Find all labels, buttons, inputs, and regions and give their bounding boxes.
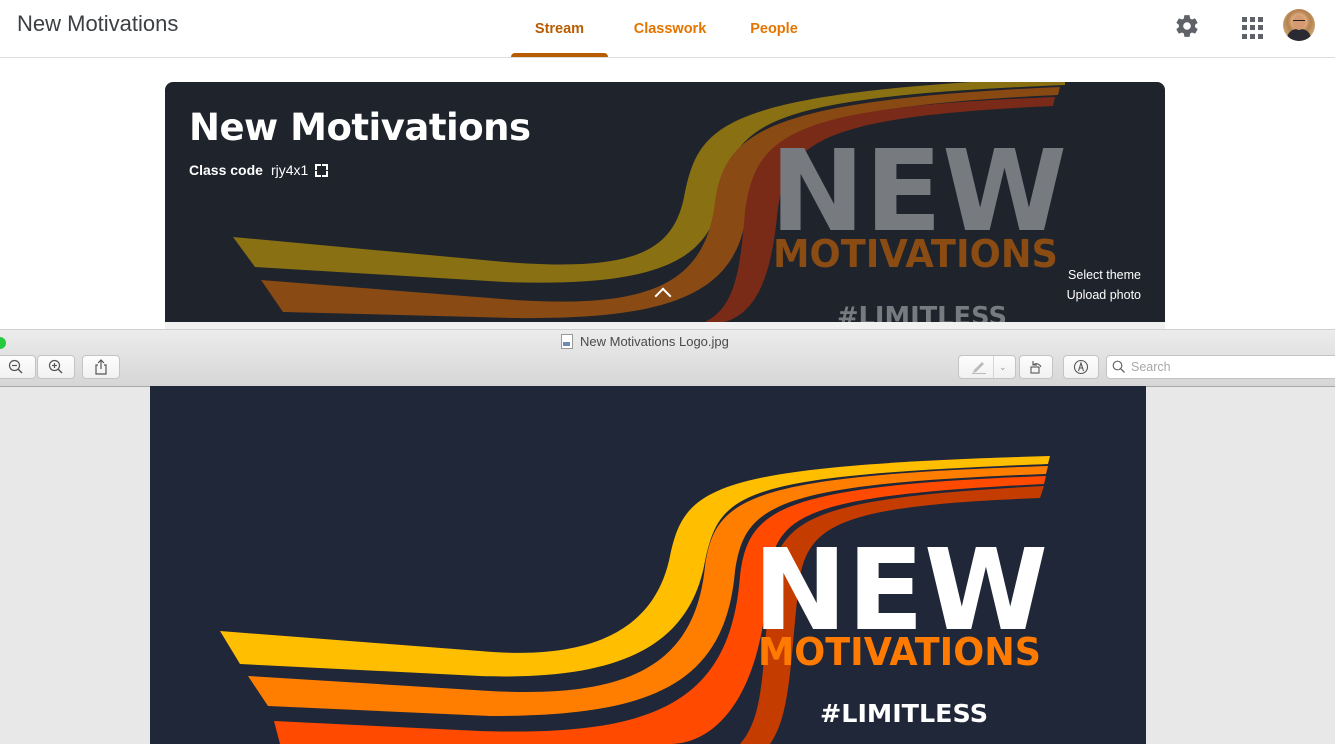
tab-bar: Stream Classwork People <box>511 0 819 57</box>
upload-photo-link[interactable]: Upload photo <box>1067 288 1141 302</box>
window-title-text: New Motivations Logo.jpg <box>580 334 729 349</box>
tab-people[interactable]: People <box>729 0 819 57</box>
preview-titlebar: New Motivations Logo.jpg ⌄ <box>0 329 1335 387</box>
preview-image: NEW MOTIVATIONS #LIMITLESS <box>150 386 1146 744</box>
tab-label: Stream <box>534 20 585 37</box>
rotate-icon <box>1030 361 1042 374</box>
file-icon <box>561 334 573 349</box>
active-tab-indicator <box>511 53 608 57</box>
search-icon <box>1112 360 1125 373</box>
annotate-icon <box>1073 359 1089 375</box>
logo-text-limitless: #LIMITLESS <box>820 699 988 728</box>
logo-text-motivations: MOTIVATIONS <box>758 630 1041 674</box>
pen-icon <box>972 362 986 374</box>
tab-label: Classwork <box>633 20 707 37</box>
banner-image-motivations: MOTIVATIONS <box>773 232 1058 276</box>
gear-icon[interactable] <box>1174 13 1200 39</box>
search-field[interactable] <box>1106 355 1335 379</box>
maximize-button[interactable] <box>0 337 6 349</box>
class-title[interactable]: New Motivations <box>17 11 178 37</box>
tab-classwork[interactable]: Classwork <box>611 0 729 57</box>
select-theme-link[interactable]: Select theme <box>1068 268 1141 282</box>
annotate-button[interactable] <box>1063 355 1099 379</box>
zoom-out-icon <box>8 359 23 374</box>
apps-grid-icon[interactable] <box>1240 15 1266 41</box>
tab-stream[interactable]: Stream <box>511 0 608 57</box>
banner-image-limitless: #LIMITLESS <box>837 302 1007 322</box>
class-code-label: Class code <box>189 162 263 178</box>
class-code: Class code rjy4x1 <box>189 162 329 178</box>
chevron-down-icon[interactable]: ⌄ <box>999 362 1007 373</box>
preview-window: New Motivations Logo.jpg ⌄ Search NEW MO… <box>0 329 1335 744</box>
zoom-in-icon <box>48 359 63 374</box>
rotate-button[interactable] <box>1019 355 1053 379</box>
window-title: New Motivations Logo.jpg <box>561 334 729 349</box>
share-button[interactable] <box>82 355 120 379</box>
top-app-bar: New Motivations Stream Classwork People <box>0 0 1335 58</box>
zoom-out-button[interactable] <box>0 355 36 379</box>
zoom-in-button[interactable] <box>37 355 75 379</box>
banner-title: New Motivations <box>189 106 531 149</box>
tab-label: People <box>750 20 798 37</box>
search-input[interactable] <box>1129 359 1333 375</box>
logo-image: NEW MOTIVATIONS #LIMITLESS <box>220 456 1050 744</box>
class-banner: NEW MOTIVATIONS #LIMITLESS New Motivatio… <box>165 82 1165 322</box>
markup-button[interactable]: ⌄ <box>958 355 1016 379</box>
class-code-value: rjy4x1 <box>270 162 309 178</box>
avatar[interactable] <box>1283 9 1315 41</box>
fullscreen-icon[interactable] <box>315 163 329 177</box>
share-icon <box>95 359 107 375</box>
